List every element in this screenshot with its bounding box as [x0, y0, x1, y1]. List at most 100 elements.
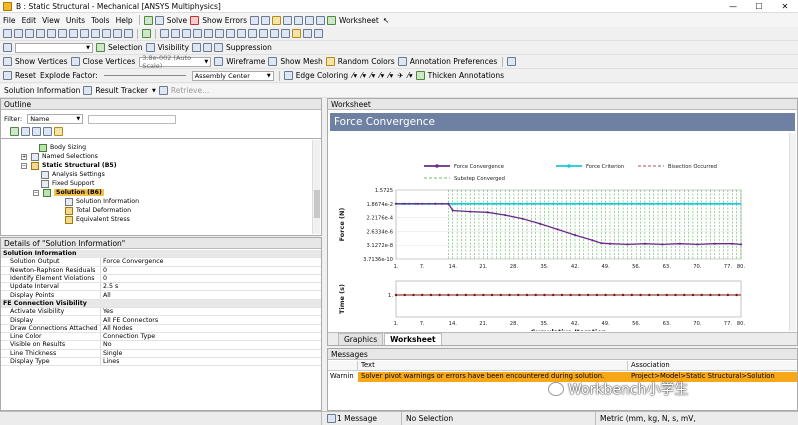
toolbar3-icon-2[interactable]	[203, 43, 213, 52]
thicken-annotations-icon[interactable]	[415, 71, 425, 80]
col-text[interactable]: Text	[358, 361, 628, 370]
show-errors-icon[interactable]	[190, 15, 200, 25]
outline-tool-icon-4[interactable]	[43, 127, 52, 136]
details-row[interactable]: Solution Output Force Convergence	[1, 258, 321, 267]
solve-button[interactable]: Solve	[167, 16, 188, 25]
toolbar2-icon-5[interactable]	[47, 29, 56, 38]
col-association[interactable]: Association	[628, 361, 670, 370]
retrieve-button[interactable]: Retrieve...	[171, 86, 209, 95]
toolbar2-icon-7[interactable]	[69, 29, 78, 38]
explode-slider[interactable]	[103, 75, 186, 76]
worksheet-button[interactable]: Worksheet	[339, 16, 379, 25]
details-section[interactable]: Solution Information	[1, 250, 321, 259]
edge-coloring-button[interactable]: Edge Coloring	[296, 71, 348, 80]
toolbar2-icon-10[interactable]	[102, 29, 111, 38]
details-row[interactable]: Newton-Raphson Residuals 0	[1, 266, 321, 275]
toolbar2-icon-19[interactable]	[314, 29, 323, 38]
toolbar-icon-g[interactable]	[316, 15, 325, 25]
details-row[interactable]: Display Type Lines	[1, 357, 321, 367]
previous-view-icon[interactable]	[226, 29, 235, 38]
random-colors-button[interactable]: Random Colors	[338, 57, 395, 66]
show-mesh-button[interactable]: Show Mesh	[280, 57, 322, 66]
tree-node-total-deformation[interactable]: Total Deformation	[65, 206, 131, 215]
auto-scale-combo[interactable]: 3.8e-002 (Auto Scale) ▼	[139, 55, 212, 68]
row-value[interactable]: All	[101, 292, 111, 299]
pan-icon[interactable]	[171, 29, 180, 38]
filter-combo[interactable]: Name ▼	[27, 114, 84, 124]
worksheet-icon[interactable]	[327, 15, 336, 25]
toolbar2-icon-11[interactable]	[113, 29, 122, 38]
menu-edit[interactable]: Edit	[19, 16, 40, 25]
tree-node-fixed-support[interactable]: Fixed Support	[41, 179, 94, 188]
toolbar2-icon-12[interactable]	[124, 29, 133, 38]
random-colors-icon[interactable]	[325, 57, 335, 66]
zoom-fit-icon[interactable]	[204, 29, 213, 38]
toolbar2-icon-2[interactable]	[14, 29, 23, 38]
toolbar-icon-b[interactable]	[261, 15, 270, 25]
show-errors-button[interactable]: Show Errors	[202, 16, 247, 25]
edge-style-icon-2[interactable]: ⁄▾	[361, 71, 366, 80]
row-value[interactable]: Lines	[101, 358, 119, 365]
toolbar-icon-c[interactable]	[272, 15, 281, 25]
row-value[interactable]: 0	[101, 267, 107, 274]
named-selection-icon[interactable]	[3, 43, 12, 52]
toolbar-icon-a[interactable]	[250, 15, 259, 25]
toolbar-icon-e[interactable]	[294, 15, 303, 25]
show-vertices-icon[interactable]	[3, 57, 12, 66]
details-row[interactable]: Line Color Connection Type	[1, 332, 321, 342]
tab-graphics[interactable]: Graphics	[338, 333, 384, 345]
close-vertices-icon[interactable]	[70, 57, 80, 66]
visibility-button[interactable]: Visibility	[158, 43, 189, 52]
row-value[interactable]: All FE Connectors	[101, 317, 158, 324]
edge-style-icon-6[interactable]: ✈	[397, 71, 403, 80]
visibility-icon[interactable]	[145, 43, 155, 52]
details-section[interactable]: FE Connection Visibility	[1, 299, 321, 309]
filter-input[interactable]	[88, 114, 177, 124]
menu-help[interactable]: Help	[113, 16, 136, 25]
menu-view[interactable]: View	[39, 16, 63, 25]
row-value[interactable]: No	[101, 341, 112, 348]
reset-button[interactable]: Reset	[15, 71, 36, 80]
toolbar2-icon-16[interactable]	[281, 29, 290, 38]
maximize-button[interactable]: ☐	[746, 2, 772, 11]
show-mesh-icon[interactable]	[268, 57, 278, 66]
thicken-annotations-button[interactable]: Thicken Annotations	[428, 71, 504, 80]
show-vertices-button[interactable]: Show Vertices	[15, 57, 68, 66]
tree-node-static-structural[interactable]: Static Structural (B5)	[31, 161, 117, 170]
iso-view-icon[interactable]	[248, 29, 257, 38]
tree-node-equivalent-stress[interactable]: Equivalent Stress	[65, 215, 130, 224]
new-analysis-icon[interactable]	[143, 15, 153, 25]
toolbar2-icon-9[interactable]	[91, 29, 100, 38]
solve-icon[interactable]	[154, 15, 164, 25]
menu-file[interactable]: File	[0, 16, 19, 25]
details-row[interactable]: Display All FE Connectors	[1, 316, 321, 325]
selection-icon[interactable]	[96, 43, 105, 52]
details-row[interactable]: Identify Element Violations 0	[1, 274, 321, 284]
tree-node-analysis-settings[interactable]: Analysis Settings	[41, 170, 105, 179]
close-vertices-button[interactable]: Close Vertices	[83, 57, 136, 66]
row-value[interactable]: 2.5 s	[101, 283, 118, 290]
toolbar2-icon-4[interactable]	[36, 29, 45, 38]
tab-worksheet[interactable]: Worksheet	[384, 333, 442, 345]
toolbar2-icon-17[interactable]	[292, 29, 301, 38]
magnifier-icon[interactable]	[215, 29, 224, 38]
wireframe-icon[interactable]	[214, 57, 224, 66]
outline-tool-icon-1[interactable]	[10, 127, 19, 136]
details-row[interactable]: Draw Connections Attached To All Nodes	[1, 324, 321, 333]
toolbar-icon-f[interactable]	[305, 15, 314, 25]
suppression-button[interactable]: Suppression	[226, 43, 272, 52]
status-messages[interactable]: 1 Message	[322, 412, 402, 425]
annotation-prefs-icon[interactable]	[397, 57, 407, 66]
tree-scrollbar[interactable]	[312, 140, 320, 234]
toolbar2-icon-6[interactable]	[58, 29, 67, 38]
menu-tools[interactable]: Tools	[88, 16, 112, 25]
toolbar2-icon-1[interactable]	[3, 29, 12, 38]
selection-button[interactable]: Selection	[108, 43, 143, 52]
close-button[interactable]: ✕	[772, 2, 798, 11]
cursor-icon[interactable]: ↖	[383, 16, 389, 25]
collapse-icon[interactable]: −	[21, 163, 27, 169]
outline-tool-icon-2[interactable]	[21, 127, 30, 136]
result-tracker-button[interactable]: Result Tracker	[95, 86, 148, 95]
toolbar2-icon-15[interactable]	[270, 29, 279, 38]
row-value[interactable]: 0	[101, 275, 107, 282]
